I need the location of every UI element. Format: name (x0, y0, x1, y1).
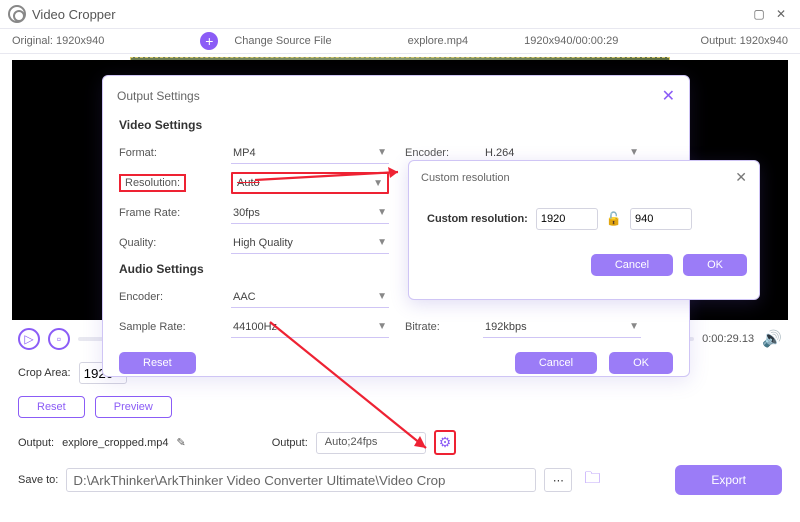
framerate-select[interactable]: 30fps▼ (231, 202, 389, 224)
settings-gear-highlight: ⚙ (434, 430, 457, 455)
dialog-cancel-button[interactable]: Cancel (515, 352, 597, 374)
change-source-link[interactable]: Change Source File (234, 35, 331, 47)
sample-rate-label: Sample Rate: (119, 321, 223, 333)
save-to-label: Save to: (18, 474, 58, 486)
app-logo-icon (8, 5, 26, 23)
output-settings-gear-icon[interactable]: ⚙ (439, 434, 452, 451)
original-dims: Original: 1920x940 (12, 35, 104, 47)
source-filename: explore.mp4 (408, 35, 469, 47)
output-format-label: Output: (272, 437, 308, 449)
custom-height-input[interactable] (630, 208, 692, 230)
reset-button[interactable]: Reset (18, 396, 85, 418)
preview-buttons: Reset Preview (0, 388, 800, 426)
dialog-reset-button[interactable]: Reset (119, 352, 196, 374)
custom-res-ok-button[interactable]: OK (683, 254, 747, 276)
add-source-icon[interactable]: + (200, 32, 218, 50)
format-select[interactable]: MP4▼ (231, 142, 389, 164)
custom-res-label: Custom resolution: (427, 213, 528, 225)
audio-encoder-label: Encoder: (119, 291, 223, 303)
custom-res-title: Custom resolution (421, 172, 510, 184)
framerate-label: Frame Rate: (119, 207, 223, 219)
encoder-label: Encoder: (405, 147, 475, 159)
edit-filename-icon[interactable]: ✎ (176, 436, 185, 449)
dialog-close-icon[interactable]: ✕ (662, 86, 675, 106)
sample-rate-select[interactable]: 44100Hz▼ (231, 316, 389, 338)
video-settings-heading: Video Settings (119, 118, 673, 132)
duration-label: 0:00:29.13 (702, 333, 754, 345)
close-window-button[interactable]: ✕ (770, 3, 792, 25)
save-row: Save to: ⋯ 🗀 Export (0, 459, 800, 505)
dims-duration: 1920x940/00:00:29 (524, 35, 618, 47)
browse-path-button[interactable]: ⋯ (544, 468, 572, 492)
dialog-title: Output Settings (117, 89, 200, 103)
bitrate-label: Bitrate: (405, 321, 475, 333)
aspect-lock-icon[interactable]: 🔓 (606, 211, 622, 227)
audio-encoder-select[interactable]: AAC▼ (231, 286, 389, 308)
crop-area-label: Crop Area: (18, 367, 71, 379)
quality-label: Quality: (119, 237, 223, 249)
output-dims: Output: 1920x940 (701, 35, 788, 47)
minimize-button[interactable]: ▢ (748, 3, 770, 25)
format-label: Format: (119, 147, 223, 159)
bitrate-select[interactable]: 192kbps▼ (483, 316, 641, 338)
app-title: Video Cropper (32, 7, 116, 22)
resolution-select[interactable]: Auto▼ (231, 172, 389, 194)
infobar: Original: 1920x940 + Change Source File … (0, 28, 800, 54)
stop-button[interactable]: ▫ (48, 328, 70, 350)
output-filename: explore_cropped.mp4 (62, 437, 168, 449)
open-folder-icon[interactable]: 🗀 (584, 467, 600, 494)
save-path-input[interactable] (66, 468, 536, 492)
custom-res-cancel-button[interactable]: Cancel (591, 254, 673, 276)
output-filename-label: Output: (18, 437, 54, 449)
quality-select[interactable]: High Quality▼ (231, 232, 389, 254)
titlebar: Video Cropper ▢ ✕ (0, 0, 800, 28)
resolution-label: Resolution: (119, 174, 223, 192)
dialog-ok-button[interactable]: OK (609, 352, 673, 374)
export-button[interactable]: Export (675, 465, 782, 495)
play-button[interactable]: ▷ (18, 328, 40, 350)
volume-icon[interactable]: 🔊 (762, 329, 782, 349)
output-format-select[interactable]: Auto;24fps (316, 432, 426, 454)
custom-resolution-dialog: Custom resolution ✕ Custom resolution: 🔓… (408, 160, 760, 300)
custom-width-input[interactable] (536, 208, 598, 230)
preview-button[interactable]: Preview (95, 396, 172, 418)
output-row: Output: explore_cropped.mp4 ✎ Output: Au… (0, 426, 800, 459)
custom-res-close-icon[interactable]: ✕ (735, 169, 747, 186)
